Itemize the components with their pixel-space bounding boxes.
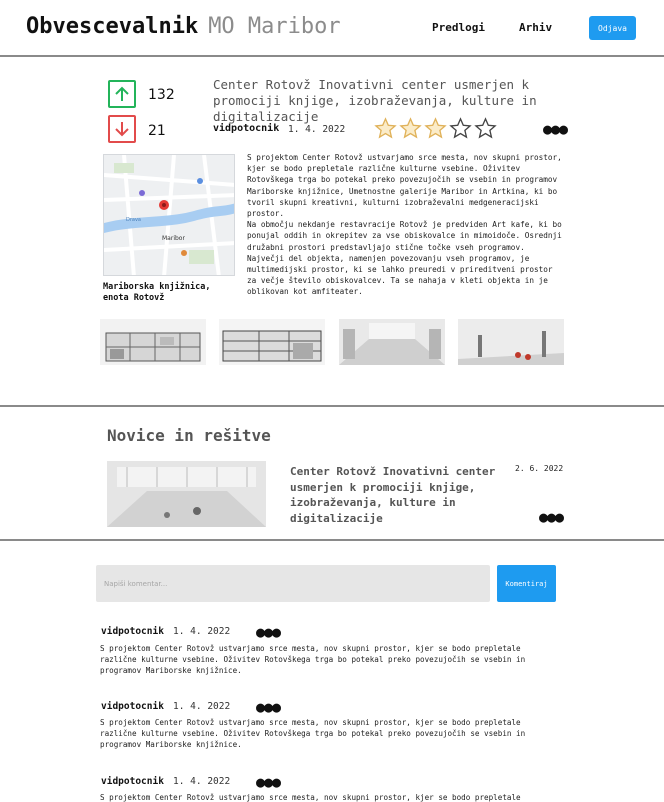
downvote-button[interactable]	[108, 115, 136, 143]
more-dots-icon[interactable]: ●●●	[543, 122, 568, 137]
news-image[interactable]	[107, 461, 266, 527]
post-date: 1. 4. 2022	[288, 124, 346, 135]
more-dots-icon[interactable]: ●●●	[256, 700, 281, 715]
comment-date: 1. 4. 2022	[173, 626, 231, 637]
comment-author[interactable]: vidpotocnik	[101, 776, 164, 787]
comment-text: S projektom Center Rotovž ustvarjamo src…	[100, 644, 526, 675]
logo-subtitle: MO Maribor	[208, 14, 341, 39]
comment-input[interactable]	[96, 565, 490, 602]
logout-button[interactable]: Odjava	[589, 16, 636, 40]
downvote-count: 21	[148, 123, 166, 139]
map-caption: Mariborska knjižnica, enota Rotovž	[103, 282, 211, 303]
gallery-image-4[interactable]	[458, 319, 564, 365]
logo-title: Obvescevalnik	[26, 14, 199, 39]
star-icon[interactable]	[449, 117, 472, 140]
news-item-date: 2. 6. 2022	[515, 464, 564, 473]
comment-text: S projektom Center Rotovž ustvarjamo src…	[100, 793, 521, 802]
arrow-down-icon	[115, 122, 129, 137]
gallery-image-3[interactable]	[339, 319, 445, 365]
upvote-button[interactable]	[108, 80, 136, 108]
news-heading: Novice in rešitve	[107, 426, 271, 445]
gallery-image-1[interactable]	[100, 319, 206, 365]
gallery-image-2[interactable]	[219, 319, 325, 365]
comment-date: 1. 4. 2022	[173, 776, 231, 787]
post-body-paragraph: S projektom Center Rotovž ustvarjamo src…	[247, 153, 562, 219]
star-icon[interactable]	[374, 117, 397, 140]
location-map[interactable]: Maribor Drava	[103, 154, 235, 276]
comment-date: 1. 4. 2022	[173, 701, 231, 712]
map-city-label: Maribor	[162, 235, 185, 242]
star-icon[interactable]	[474, 117, 497, 140]
post-body-paragraph: Na območju nekdanje restavracije Rotovž …	[247, 220, 562, 297]
upvote-count: 132	[148, 87, 175, 103]
nav-predlogi[interactable]: Predlogi	[432, 21, 485, 34]
map-river-label: Drava	[126, 217, 141, 223]
star-rating[interactable]	[374, 117, 497, 140]
more-dots-icon[interactable]: ●●●	[256, 625, 281, 640]
section-divider	[0, 539, 664, 541]
post-author[interactable]: vidpotocnik	[213, 123, 279, 134]
nav-arhiv[interactable]: Arhiv	[519, 21, 552, 34]
arrow-up-icon	[115, 86, 129, 101]
comment-author[interactable]: vidpotocnik	[101, 626, 164, 637]
more-dots-icon[interactable]: ●●●	[256, 775, 281, 790]
star-icon[interactable]	[424, 117, 447, 140]
top-bar: Obvescevalnik MO Maribor Predlogi Arhiv O…	[0, 0, 664, 57]
submit-comment-button[interactable]: Komentiraj	[497, 565, 556, 602]
section-divider	[0, 405, 664, 407]
star-icon[interactable]	[399, 117, 422, 140]
post-body: S projektom Center Rotovž ustvarjamo src…	[247, 152, 563, 298]
comment-author[interactable]: vidpotocnik	[101, 701, 164, 712]
more-dots-icon[interactable]: ●●●	[539, 510, 564, 525]
app-logo[interactable]: Obvescevalnik MO Maribor	[26, 14, 341, 39]
comment-text: S projektom Center Rotovž ustvarjamo src…	[100, 718, 526, 749]
news-item-title[interactable]: Center Rotovž Inovativni center usmerjen…	[290, 464, 500, 526]
